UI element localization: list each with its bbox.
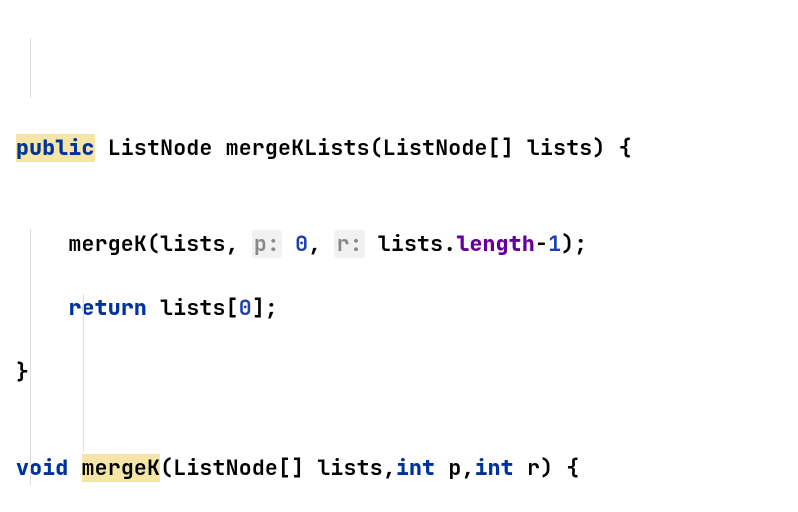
fn-name-mergeK: mergeK xyxy=(82,454,161,482)
txt xyxy=(16,294,68,322)
code-line: public ListNode mergeKLists(ListNode[] l… xyxy=(16,132,798,164)
txt: p, xyxy=(435,454,474,482)
property-length: length xyxy=(456,230,535,258)
code-line: return lists[0]; xyxy=(16,292,798,324)
txt: lists. xyxy=(365,230,457,258)
indent-guide xyxy=(30,229,31,485)
txt xyxy=(282,230,295,258)
keyword-return: return xyxy=(68,294,147,322)
txt: ListNode mergeKLists(ListNode[] lists) { xyxy=(95,134,632,162)
code-line: } xyxy=(16,356,798,388)
txt: ]; xyxy=(252,294,278,322)
txt: r) { xyxy=(514,454,580,482)
txt: , xyxy=(308,230,334,258)
code-line: void mergeK(ListNode[] lists,int p,int r… xyxy=(16,452,798,484)
code-block: public ListNode mergeKLists(ListNode[] l… xyxy=(0,0,798,512)
number: 0 xyxy=(295,230,308,258)
txt xyxy=(68,454,81,482)
number: 1 xyxy=(548,230,561,258)
txt: (ListNode[] lists, xyxy=(160,454,396,482)
keyword-int: int xyxy=(396,454,435,482)
indent-guide xyxy=(30,38,31,98)
keyword-int: int xyxy=(475,454,514,482)
indent-guide xyxy=(83,294,84,452)
param-hint-p: p: xyxy=(252,230,282,258)
txt: lists[ xyxy=(147,294,239,322)
number: 0 xyxy=(239,294,252,322)
keyword-void: void xyxy=(16,454,68,482)
code-line: mergeK(lists, p: 0, r: lists.length-1); xyxy=(16,228,798,260)
txt: ); xyxy=(561,230,587,258)
txt: mergeK(lists, xyxy=(16,230,252,258)
param-hint-r: r: xyxy=(334,230,364,258)
keyword-public: public xyxy=(16,134,95,162)
txt: } xyxy=(16,358,29,386)
txt: - xyxy=(535,230,548,258)
